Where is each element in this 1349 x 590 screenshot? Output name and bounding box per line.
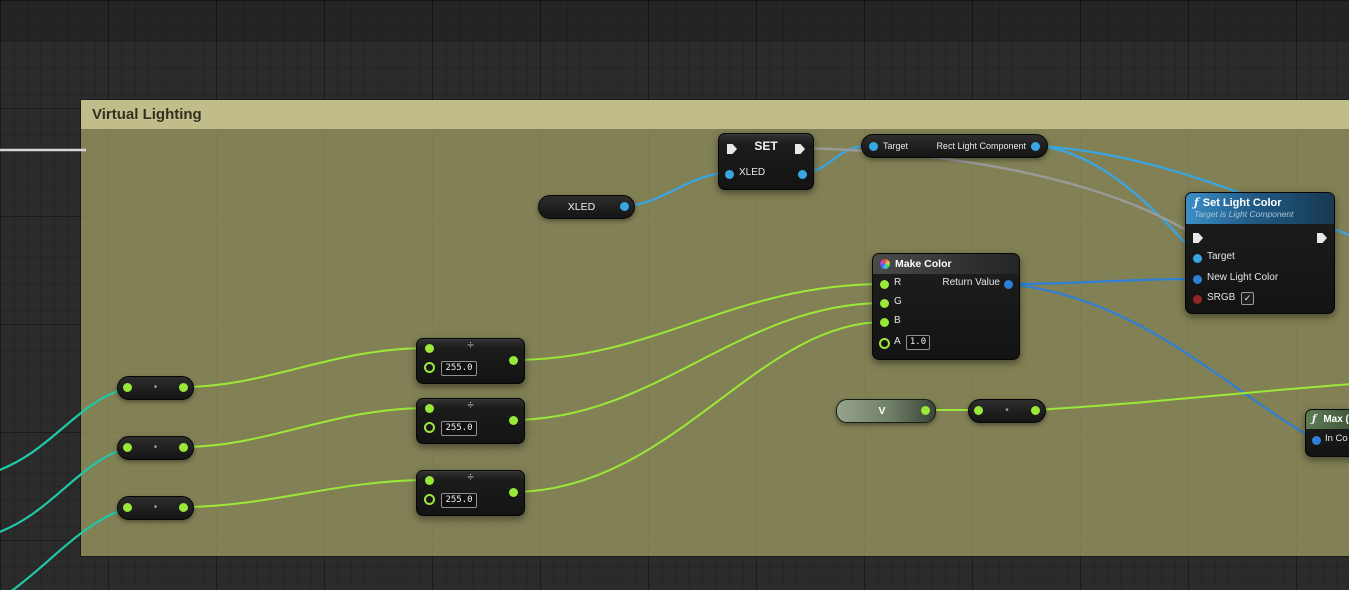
- g-pin-label: G: [894, 296, 902, 307]
- rect-light-component-output-pin[interactable]: [1031, 142, 1040, 151]
- node-divide-2[interactable]: ÷ 255.0: [416, 398, 525, 444]
- top-shade: [0, 0, 1349, 42]
- exec-in-pin[interactable]: [1193, 233, 1203, 243]
- make-color-header[interactable]: Make Color: [873, 254, 1019, 274]
- srgb-input-pin[interactable]: [1193, 295, 1202, 304]
- b-pin-label: B: [894, 315, 901, 326]
- return-value-output-pin[interactable]: [1004, 280, 1013, 289]
- target-input-pin[interactable]: [1193, 254, 1202, 263]
- node-xled-getter[interactable]: XLED: [538, 195, 635, 219]
- function-icon: ƒ: [1312, 414, 1316, 425]
- divide-value-input[interactable]: 255.0: [441, 361, 477, 376]
- divide-input-a-pin[interactable]: [425, 404, 434, 413]
- r-pin-label: R: [894, 277, 901, 288]
- target-label: Target: [883, 141, 908, 151]
- conversion-output-pin[interactable]: [1031, 406, 1040, 415]
- node-conversion-4[interactable]: •: [968, 399, 1046, 423]
- max-title: Max (: [1323, 414, 1349, 425]
- comment-title: Virtual Lighting: [92, 106, 202, 123]
- divide-input-b-pin[interactable]: [424, 494, 435, 505]
- b-input-pin[interactable]: [880, 318, 889, 327]
- set-xled-output-pin[interactable]: [798, 170, 807, 179]
- new-light-color-pin-label: New Light Color: [1207, 272, 1278, 283]
- node-v-getter[interactable]: V: [836, 399, 936, 423]
- rect-light-component-label: Rect Light Component: [936, 141, 1026, 151]
- node-max[interactable]: ƒ Max ( In Co: [1305, 409, 1349, 457]
- max-header[interactable]: ƒ Max (: [1306, 410, 1349, 429]
- set-xled-input-pin[interactable]: [725, 170, 734, 179]
- divide-output-pin[interactable]: [509, 356, 518, 365]
- conversion-output-pin[interactable]: [179, 503, 188, 512]
- comment-header[interactable]: Virtual Lighting: [81, 100, 1349, 129]
- target-input-pin[interactable]: [869, 142, 878, 151]
- set-light-color-title: Set Light Color: [1203, 197, 1282, 209]
- srgb-checkbox[interactable]: ✓: [1241, 292, 1254, 305]
- a-value-input[interactable]: 1.0: [906, 335, 930, 350]
- node-conversion-1[interactable]: •: [117, 376, 194, 400]
- blueprint-canvas[interactable]: Virtual Lighting XLED SET XLED: [0, 0, 1349, 590]
- node-make-color[interactable]: Make Color R Return Value G B A 1.0: [872, 253, 1020, 360]
- color-struct-icon: [880, 259, 890, 269]
- max-in-color-input-pin[interactable]: [1312, 436, 1321, 445]
- function-icon: ƒ: [1194, 196, 1199, 209]
- conversion-output-pin[interactable]: [179, 383, 188, 392]
- node-target-rect-light-component[interactable]: Target Rect Light Component: [861, 134, 1048, 158]
- node-divide-1[interactable]: ÷ 255.0: [416, 338, 525, 384]
- return-value-label: Return Value: [942, 277, 1000, 288]
- max-in-color-pin-label: In Co: [1325, 433, 1348, 444]
- node-divide-3[interactable]: ÷ 255.0: [416, 470, 525, 516]
- comment-body: [81, 129, 1349, 556]
- divide-output-pin[interactable]: [509, 488, 518, 497]
- divide-input-b-pin[interactable]: [424, 422, 435, 433]
- comment-virtual-lighting[interactable]: Virtual Lighting: [80, 99, 1349, 557]
- node-set-xled[interactable]: SET XLED: [718, 133, 814, 190]
- xled-output-pin[interactable]: [620, 202, 629, 211]
- divide-value-input[interactable]: 255.0: [441, 493, 477, 508]
- srgb-pin-label: SRGB: [1207, 292, 1235, 303]
- set-xled-pin-label: XLED: [739, 167, 765, 178]
- a-input-pin[interactable]: [879, 338, 890, 349]
- divide-input-a-pin[interactable]: [425, 344, 434, 353]
- exec-out-pin[interactable]: [1317, 233, 1327, 243]
- v-output-pin[interactable]: [921, 406, 930, 415]
- node-set-light-color[interactable]: ƒ Set Light Color Target is Light Compone…: [1185, 192, 1335, 314]
- new-light-color-input-pin[interactable]: [1193, 275, 1202, 284]
- divide-input-b-pin[interactable]: [424, 362, 435, 373]
- make-color-title: Make Color: [895, 258, 952, 270]
- divide-input-a-pin[interactable]: [425, 476, 434, 485]
- a-pin-label: A: [894, 336, 901, 347]
- target-pin-label: Target: [1207, 251, 1235, 262]
- divide-value-input[interactable]: 255.0: [441, 421, 477, 436]
- g-input-pin[interactable]: [880, 299, 889, 308]
- node-conversion-2[interactable]: •: [117, 436, 194, 460]
- r-input-pin[interactable]: [880, 280, 889, 289]
- set-light-color-subtitle: Target is Light Component: [1194, 209, 1326, 219]
- conversion-output-pin[interactable]: [179, 443, 188, 452]
- set-light-color-header[interactable]: ƒ Set Light Color Target is Light Compone…: [1186, 193, 1334, 224]
- node-conversion-3[interactable]: •: [117, 496, 194, 520]
- divide-output-pin[interactable]: [509, 416, 518, 425]
